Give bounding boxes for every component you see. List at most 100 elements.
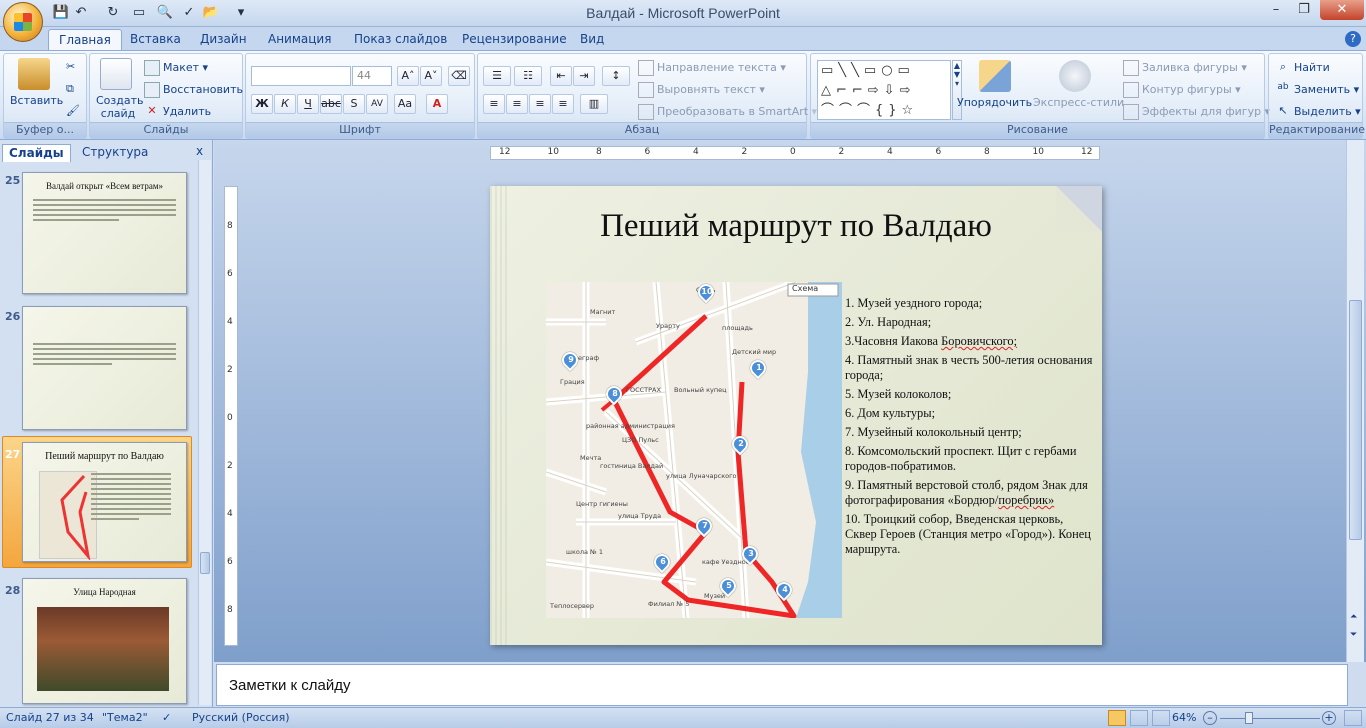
align-center-button[interactable]: ≡ <box>506 94 528 114</box>
scroll-thumb[interactable] <box>1349 300 1362 540</box>
shrink-font-button[interactable]: A˅ <box>420 66 442 86</box>
slide-thumbnail[interactable]: Улица Народная <box>22 578 187 704</box>
change-case-button[interactable]: Aa <box>394 94 416 114</box>
next-slide-icon[interactable]: ⏷ <box>1350 628 1357 642</box>
line-spacing-button[interactable]: ↕ <box>602 66 630 86</box>
tab-outline[interactable]: Структура <box>76 144 154 162</box>
italic-button[interactable]: К <box>274 94 296 114</box>
format-painter-icon[interactable]: 🖌 <box>66 104 80 117</box>
zoom-out-button[interactable]: – <box>1203 711 1217 725</box>
slides-panel-scrollbar[interactable] <box>198 160 211 705</box>
scroll-thumb[interactable] <box>200 552 210 574</box>
shape-effects-button[interactable]: Эффекты для фигур ▾ <box>1123 104 1270 120</box>
shape-outline-button[interactable]: Контур фигуры ▾ <box>1123 82 1241 98</box>
shapes-gallery[interactable]: ▭╲╲▭○▭ △⌐⌐⇨⇩⇨ ⌒⌒⌒{}☆ <box>817 60 951 120</box>
map-label: площадь <box>722 324 753 332</box>
maximize-button[interactable]: ❐ <box>1290 0 1318 20</box>
zoom-level[interactable]: 64% <box>1172 711 1196 724</box>
tab-slideshow[interactable]: Показ слайдов <box>344 29 457 50</box>
map-label: ЦЗО Пульс <box>622 436 659 444</box>
replace-button[interactable]: ab Заменить ▾ <box>1275 82 1359 98</box>
numbering-button[interactable]: ☷ <box>514 66 542 86</box>
align-text-button[interactable]: Выровнять текст ▾ <box>638 82 765 98</box>
tab-animation[interactable]: Анимация <box>258 29 341 50</box>
office-button[interactable] <box>3 2 43 42</box>
slide-thumbnail[interactable] <box>22 306 187 430</box>
fit-to-window-icon[interactable] <box>1344 710 1362 726</box>
ruler-tick-label: 8 <box>227 605 233 615</box>
shadow-button[interactable]: S <box>343 94 365 114</box>
align-left-button[interactable]: ≡ <box>483 94 505 114</box>
select-button[interactable]: ↖ Выделить ▾ <box>1275 104 1360 120</box>
list-item: 10. Троицкий собор, Введенская церковь, … <box>845 512 1091 556</box>
paste-button[interactable]: Вставить <box>10 94 63 107</box>
tab-review[interactable]: Рецензирование <box>452 29 577 50</box>
ruler-tick-label: 4 <box>693 147 699 157</box>
smartart-button[interactable]: Преобразовать в SmartArt ▾ <box>638 104 817 120</box>
copy-icon[interactable]: ⧉ <box>66 82 74 96</box>
find-button[interactable]: ⌕ Найти <box>1275 60 1330 76</box>
layout-button[interactable]: Макет ▾ <box>144 60 208 76</box>
spacing-button[interactable]: AV <box>366 94 388 114</box>
shapes-gallery-scroll[interactable]: ▲ ▼ ▾ <box>952 60 962 120</box>
justify-button[interactable]: ≡ <box>552 94 574 114</box>
tab-slides[interactable]: Слайды <box>2 144 71 162</box>
tab-design[interactable]: Дизайн <box>190 29 257 50</box>
language[interactable]: Русский (Россия) <box>192 711 290 724</box>
route-map[interactable]: Схема СвязьМагнитУрартуплощадьДетский ми… <box>546 282 842 618</box>
quick-styles-button[interactable]: Экспресс-стили <box>1033 96 1124 109</box>
zoom-slider[interactable] <box>1220 718 1320 719</box>
notes-pane[interactable]: Заметки к слайду <box>216 664 1348 706</box>
cut-icon[interactable]: ✂ <box>66 60 75 73</box>
align-right-button[interactable]: ≡ <box>529 94 551 114</box>
decrease-indent-button[interactable]: ⇤ <box>550 66 572 86</box>
increase-indent-button[interactable]: ⇥ <box>573 66 595 86</box>
clear-format-button[interactable]: ⌫ <box>448 66 470 86</box>
help-icon[interactable]: ? <box>1345 31 1361 47</box>
close-button[interactable]: ✕ <box>1320 0 1364 20</box>
layout-icon <box>144 60 160 76</box>
underline-button[interactable]: Ч <box>297 94 319 114</box>
new-slide-button[interactable]: Создать слайд <box>96 94 144 120</box>
slide-number: 28 <box>5 584 21 597</box>
list-item: 5. Музей колоколов; <box>845 387 952 401</box>
zoom-in-button[interactable]: + <box>1322 711 1336 725</box>
columns-button[interactable]: ▥ <box>580 94 608 114</box>
slide[interactable]: Пеший маршрут по Валдаю Схема СвязьМагни… <box>490 186 1102 645</box>
delete-button[interactable]: ✕ Удалить <box>144 104 211 120</box>
minimize-button[interactable]: – <box>1262 0 1290 20</box>
bullets-button[interactable]: ☰ <box>483 66 511 86</box>
grow-font-button[interactable]: A˄ <box>397 66 419 86</box>
shape-fill-button[interactable]: Заливка фигуры ▾ <box>1123 60 1247 76</box>
font-size-field[interactable]: 44 <box>352 66 392 86</box>
sorter-view-icon[interactable] <box>1130 710 1148 726</box>
prev-slide-icon[interactable]: ⏶ <box>1350 610 1357 624</box>
slide-thumbnail[interactable]: Валдай открыт «Всем ветрам» <box>22 172 187 294</box>
route-list[interactable]: 1. Музей уездного города; 2. Ул. Народна… <box>845 296 1095 561</box>
map-pin-number: 1 <box>756 363 762 372</box>
arrange-button[interactable]: Упорядочить <box>957 96 1032 109</box>
font-color-button[interactable]: A <box>426 94 448 114</box>
slide-thumbnail[interactable]: Пеший маршрут по Валдаю <box>22 442 187 562</box>
map-scheme-label[interactable]: Схема <box>792 284 818 293</box>
slideshow-view-icon[interactable] <box>1152 710 1170 726</box>
tab-home[interactable]: Главная <box>48 29 122 50</box>
canvas-scrollbar[interactable]: ⏶ ⏷ <box>1346 140 1364 662</box>
zoom-slider-thumb[interactable] <box>1245 712 1253 724</box>
text-direction-button[interactable]: Направление текста ▾ <box>638 60 786 76</box>
font-family-field[interactable] <box>251 66 351 86</box>
reset-button[interactable]: Восстановить <box>144 82 243 98</box>
thumb-text <box>91 473 171 523</box>
panel-close-icon[interactable]: x <box>196 144 203 158</box>
normal-view-icon[interactable] <box>1108 710 1126 726</box>
group-label: Рисование <box>811 122 1264 138</box>
horizontal-ruler: 12 10 8 6 4 2 0 2 4 6 8 10 12 <box>490 146 1100 160</box>
binoculars-icon: ⌕ <box>1279 60 1287 73</box>
tab-insert[interactable]: Вставка <box>120 29 191 50</box>
tab-view[interactable]: Вид <box>570 29 614 50</box>
spellcheck-icon[interactable]: ✓ <box>162 711 171 724</box>
theme-name[interactable]: "Тема2" <box>102 711 148 724</box>
strikethrough-button[interactable]: abc <box>320 94 342 114</box>
slide-title[interactable]: Пеший маршрут по Валдаю <box>490 208 1102 245</box>
bold-button[interactable]: Ж <box>251 94 273 114</box>
